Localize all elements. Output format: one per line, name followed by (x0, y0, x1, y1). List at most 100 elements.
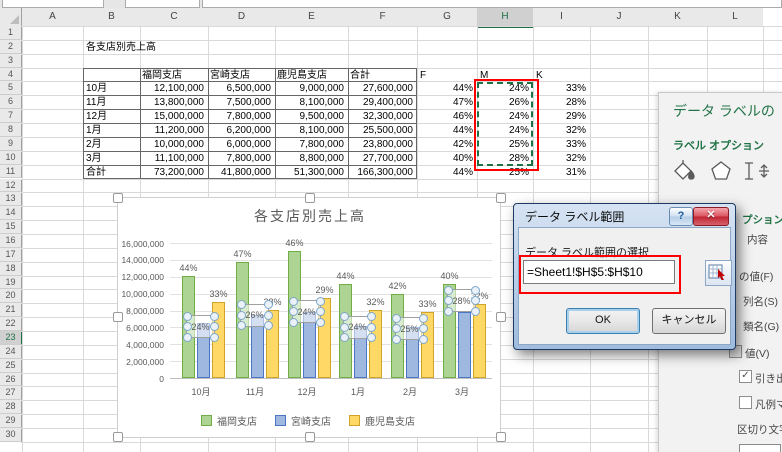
column-header-a[interactable]: A (22, 8, 83, 27)
label-selection-handle[interactable] (419, 314, 428, 323)
chart-title[interactable]: 各支店別売上高 (200, 206, 420, 226)
row-header-18[interactable]: 18 (0, 262, 22, 276)
table-cell[interactable]: 12,100,000 (142, 82, 204, 95)
label-selection-handle[interactable] (316, 297, 325, 306)
data-label-福岡支店[interactable]: 47% (228, 249, 258, 259)
label-selection-handle[interactable] (444, 307, 453, 316)
label-selection-handle[interactable] (264, 321, 273, 330)
label-selection-handle[interactable] (419, 335, 428, 344)
table-cell[interactable]: 8,800,000 (277, 152, 344, 165)
row-header-7[interactable]: 7 (0, 109, 22, 123)
chart-legend[interactable]: 福岡支店 宮崎支店 鹿児島支店 (117, 413, 499, 428)
row-header-14[interactable]: 14 (0, 206, 22, 220)
table-cell[interactable]: 32,300,000 (350, 110, 413, 123)
data-label-鹿児島支店[interactable]: 33% (413, 299, 443, 309)
column-header-h[interactable]: H (477, 8, 533, 28)
legend-marker-checkbox[interactable] (739, 396, 752, 409)
data-label-福岡支店[interactable]: 46% (280, 238, 310, 248)
row-header-12[interactable]: 12 (0, 179, 22, 193)
label-selection-handle[interactable] (316, 307, 325, 316)
label-selection-handle[interactable] (210, 322, 219, 331)
pane-checkbox-legend-marker-label[interactable]: 凡例マーカー (755, 397, 782, 412)
table-cell[interactable]: 6,200,000 (210, 124, 271, 137)
column-header-l[interactable]: L (707, 8, 763, 27)
selected-data-label[interactable]: 24% (343, 316, 372, 339)
table-header-cell[interactable]: 合計 (350, 69, 370, 82)
label-selection-handle[interactable] (237, 311, 246, 320)
row-header-23[interactable]: 23 (0, 331, 23, 345)
cancel-button[interactable]: キャンセル (652, 308, 726, 334)
label-selection-handle[interactable] (471, 286, 480, 295)
label-selection-handle[interactable] (264, 311, 273, 320)
row-header-22[interactable]: 22 (0, 317, 22, 331)
chart-selection-handle[interactable] (496, 312, 506, 322)
table-cell[interactable]: 10,000,000 (142, 138, 204, 151)
data-label-鹿児島支店[interactable]: 32% (361, 297, 391, 307)
label-selection-handle[interactable] (367, 323, 376, 332)
row-header-20[interactable]: 20 (0, 289, 22, 303)
label-selection-handle[interactable] (289, 297, 298, 306)
chart-selection-handle[interactable] (113, 312, 123, 322)
pane-section-label-options[interactable]: ラベル オプション (673, 137, 764, 153)
table-cell[interactable]: 7,800,000 (210, 110, 271, 123)
table-cell[interactable]: 15,000,000 (142, 110, 204, 123)
label-selection-handle[interactable] (444, 286, 453, 295)
legend-item[interactable]: 宮崎支店 (275, 413, 331, 428)
table-cell[interactable]: 25,500,000 (350, 124, 413, 137)
row-header-2[interactable]: 2 (0, 40, 22, 54)
data-label-鹿児島支店[interactable]: 33% (204, 289, 234, 299)
row-header-10[interactable]: 10 (0, 151, 22, 165)
row-header-15[interactable]: 15 (0, 220, 22, 234)
table-cell[interactable]: 33% (536, 82, 586, 95)
pane-checkbox-value-label[interactable]: 値(V) (745, 346, 770, 361)
table-cell[interactable]: 6,500,000 (210, 82, 271, 95)
sheet-title-cell[interactable]: 各支店別売上高 (86, 41, 156, 54)
table-cell[interactable]: 51,300,000 (277, 166, 344, 179)
table-row-label[interactable]: 10月 (86, 82, 107, 95)
leader-lines-checkbox[interactable]: ✓ (739, 370, 752, 383)
label-selection-handle[interactable] (264, 300, 273, 309)
chart-selection-handle[interactable] (113, 432, 123, 442)
row-header-4[interactable]: 4 (0, 68, 22, 82)
data-label-鹿児島支店[interactable]: 29% (310, 285, 340, 295)
column-header-d[interactable]: D (208, 8, 275, 27)
label-selection-handle[interactable] (210, 312, 219, 321)
label-selection-handle[interactable] (419, 324, 428, 333)
table-cell[interactable]: 23,800,000 (350, 138, 413, 151)
table-cell[interactable]: 7,800,000 (277, 138, 344, 151)
label-selection-handle[interactable] (316, 318, 325, 327)
select-all-corner[interactable] (0, 8, 22, 27)
table-cell[interactable]: 8,100,000 (277, 124, 344, 137)
table-cell[interactable]: 9,500,000 (277, 110, 344, 123)
table-header-cell[interactable]: 宮崎支店 (210, 69, 250, 82)
row-header-19[interactable]: 19 (0, 276, 22, 290)
row-header-21[interactable]: 21 (0, 303, 22, 317)
legend-item[interactable]: 鹿児島支店 (349, 413, 415, 428)
table-cell[interactable]: 29% (536, 110, 586, 123)
column-header-b[interactable]: B (83, 8, 140, 27)
table-row-label[interactable]: 合計 (86, 166, 106, 179)
separator-dropdown[interactable] (739, 444, 781, 452)
table-row-label[interactable]: 2月 (86, 138, 102, 151)
legend-item[interactable]: 福岡支店 (201, 413, 257, 428)
table-cell[interactable]: 32% (536, 152, 586, 165)
row-header-24[interactable]: 24 (0, 345, 22, 359)
table-cell[interactable]: 7,500,000 (210, 96, 271, 109)
label-selection-handle[interactable] (183, 322, 192, 331)
table-cell[interactable]: 40% (420, 152, 473, 165)
selected-data-label[interactable]: 26% (240, 304, 269, 327)
row-header-6[interactable]: 6 (0, 95, 22, 109)
table-cell[interactable]: 46% (420, 110, 473, 123)
table-cell[interactable]: 166,300,000 (350, 166, 413, 179)
table-cell[interactable]: 11,200,000 (142, 124, 204, 137)
table-cell[interactable]: 13,800,000 (142, 96, 204, 109)
row-header-27[interactable]: 27 (0, 386, 22, 400)
row-header-5[interactable]: 5 (0, 81, 22, 95)
row-header-25[interactable]: 25 (0, 359, 22, 373)
chart-selection-handle[interactable] (113, 193, 123, 203)
insert-function-box[interactable] (125, 0, 200, 8)
label-selection-handle[interactable] (183, 312, 192, 321)
label-selection-handle[interactable] (471, 307, 480, 316)
row-header-28[interactable]: 28 (0, 400, 22, 414)
table-row-label[interactable]: 11月 (86, 96, 106, 109)
